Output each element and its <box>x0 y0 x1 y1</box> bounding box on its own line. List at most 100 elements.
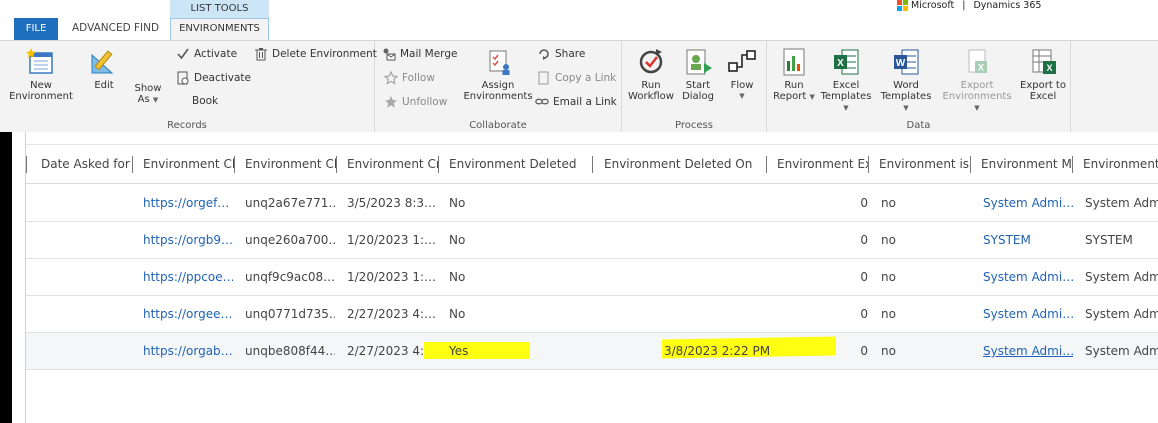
word-icon: W <box>894 49 919 75</box>
column-separator[interactable] <box>336 156 337 173</box>
records-group-label: Records <box>167 120 207 131</box>
run-report-button[interactable]: Run Report ▼ <box>771 47 817 103</box>
excel-templates-label-2: Templates <box>820 91 872 102</box>
column-separator[interactable] <box>868 156 869 173</box>
table-row[interactable]: https://orgee… unq0771d735… 2/27/2023 4:… <box>26 296 1158 333</box>
assign-environments-button[interactable]: Assign Environments <box>463 47 533 102</box>
chevron-down-icon: ▼ <box>843 104 849 112</box>
delete-environment-button[interactable]: Delete Environment <box>254 47 377 61</box>
cell-maker[interactable]: System Admi… <box>983 259 1073 296</box>
cell-maker[interactable]: System Admi… <box>983 333 1073 370</box>
cell-deleted: Yes <box>449 344 469 358</box>
cell-deleted-on <box>664 185 844 222</box>
column-header-environment[interactable]: Environment <box>1083 145 1158 185</box>
email-link-button[interactable]: Email a Link <box>535 95 617 109</box>
excel-templates-button[interactable]: X Excel Templates ▼ <box>817 47 875 114</box>
column-header-date-asked-for[interactable]: Date Asked for <box>41 145 141 185</box>
column-separator[interactable] <box>438 156 439 173</box>
cell-id: unq0771d735… <box>245 307 335 321</box>
flow-icon <box>728 50 756 72</box>
column-separator[interactable] <box>970 156 971 173</box>
column-header-environment-cl-1[interactable]: Environment Cl <box>143 145 235 185</box>
cell-ex: 0 <box>860 307 868 321</box>
column-header-environment-m[interactable]: Environment M <box>981 145 1073 185</box>
cell-url[interactable]: https://ppcoe… <box>143 259 233 296</box>
table-row[interactable]: https://orgb9… unqe260a700… 1/20/2023 1:… <box>26 222 1158 259</box>
cell-deleted-on: 3/8/2023 2:22 PM <box>664 344 771 358</box>
product-name[interactable]: Dynamics 365 <box>973 0 1041 11</box>
column-header-environment-cr[interactable]: Environment Cr <box>347 145 439 185</box>
deactivate-button[interactable]: Deactivate <box>176 71 251 85</box>
table-row[interactable]: https://orgef… unq2a67e771… 3/5/2023 8:3… <box>26 185 1158 222</box>
edit-button[interactable]: Edit <box>84 47 124 91</box>
column-separator[interactable] <box>1072 156 1073 173</box>
column-separator <box>26 156 27 173</box>
new-record-icon <box>26 48 53 74</box>
cell-deleted: No <box>449 307 466 321</box>
follow-button[interactable]: Follow <box>384 71 435 85</box>
run-workflow-label-1: Run <box>641 80 661 91</box>
cell-url[interactable]: https://orgef… <box>143 185 233 222</box>
book-button[interactable]: Book <box>192 95 218 107</box>
cell-url[interactable]: https://orgee… <box>143 296 233 333</box>
grid-left-gutter <box>12 132 26 423</box>
export-environments-button[interactable]: X Export Environments ▼ <box>939 47 1015 114</box>
export-environments-label-2: Environments <box>942 91 1012 102</box>
mail-merge-button[interactable]: Mail Merge <box>382 47 457 61</box>
show-as-label-1: Show <box>134 83 162 94</box>
chevron-down-icon: ▼ <box>974 104 980 112</box>
column-header-environment-deleted-on[interactable]: Environment Deleted On <box>604 145 766 185</box>
share-button[interactable]: Share <box>537 47 585 61</box>
tab-environments[interactable]: ENVIRONMENTS <box>170 18 269 40</box>
activate-button[interactable]: Activate <box>176 47 237 61</box>
star-filled-icon <box>385 96 397 108</box>
assign-label-2: Environments <box>463 91 533 102</box>
top-bar: FILE ADVANCED FIND LIST TOOLS ENVIRONMEN… <box>0 0 1158 40</box>
mail-merge-icon <box>383 48 396 61</box>
chevron-down-icon: ▼ <box>809 93 815 101</box>
unfollow-button[interactable]: Unfollow <box>384 95 447 109</box>
export-excel-icon: X <box>1032 49 1056 74</box>
column-separator[interactable] <box>234 156 235 173</box>
column-separator[interactable] <box>766 156 767 173</box>
cell-maker[interactable]: SYSTEM <box>983 222 1073 259</box>
column-header-environment-is[interactable]: Environment is <box>879 145 971 185</box>
show-as-button[interactable]: Show As ▼ <box>128 83 168 106</box>
flow-button[interactable]: Flow ▼ <box>722 47 762 102</box>
cell-is: no <box>881 344 896 358</box>
copy-link-button[interactable]: Copy a Link <box>537 71 616 85</box>
tab-advanced-find[interactable]: ADVANCED FIND <box>72 22 159 34</box>
cell-created: 2/27/2023 4:… <box>347 307 437 321</box>
column-separator[interactable] <box>592 156 593 173</box>
column-header-environment-ex[interactable]: Environment Ex <box>777 145 869 185</box>
column-separator[interactable] <box>132 156 133 173</box>
start-dialog-button[interactable]: Start Dialog <box>678 47 718 102</box>
cell-is: no <box>881 196 896 210</box>
cell-id: unqbe808f44… <box>245 344 335 358</box>
table-row-selected[interactable]: https://orgab… unqbe808f44… 2/27/2023 4:… <box>26 333 1158 370</box>
cell-owner: SYSTEM <box>1085 233 1133 247</box>
cell-maker[interactable]: System Admi… <box>983 185 1073 222</box>
context-group-title: LIST TOOLS <box>170 0 269 18</box>
excel-icon: X <box>834 49 859 75</box>
export-environments-label-1: Export <box>960 80 994 91</box>
cell-url[interactable]: https://orgb9… <box>143 222 233 259</box>
data-group-label: Data <box>906 120 931 131</box>
export-to-excel-button[interactable]: X Export to Excel <box>1017 47 1069 102</box>
run-workflow-button[interactable]: Run Workflow <box>626 47 676 102</box>
cell-id: unq2a67e771… <box>245 196 335 210</box>
column-header-environment-cl-2[interactable]: Environment Cl <box>245 145 337 185</box>
window-left-edge <box>0 132 12 423</box>
flow-label: Flow <box>730 80 754 91</box>
table-row[interactable]: https://ppcoe… unqf9c9ac08… 1/20/2023 1:… <box>26 259 1158 296</box>
column-header-environment-deleted[interactable]: Environment Deleted <box>449 145 594 185</box>
new-environment-button[interactable]: New Environment <box>8 47 74 102</box>
cell-id: unqf9c9ac08… <box>245 270 335 284</box>
word-templates-button[interactable]: W Word Templates ▼ <box>877 47 935 114</box>
edit-icon <box>91 50 114 74</box>
cell-deleted-on <box>664 296 844 333</box>
cell-maker[interactable]: System Admi… <box>983 296 1073 333</box>
cell-url[interactable]: https://orgab… <box>143 333 233 370</box>
tab-file[interactable]: FILE <box>14 18 58 40</box>
cell-is: no <box>881 307 896 321</box>
